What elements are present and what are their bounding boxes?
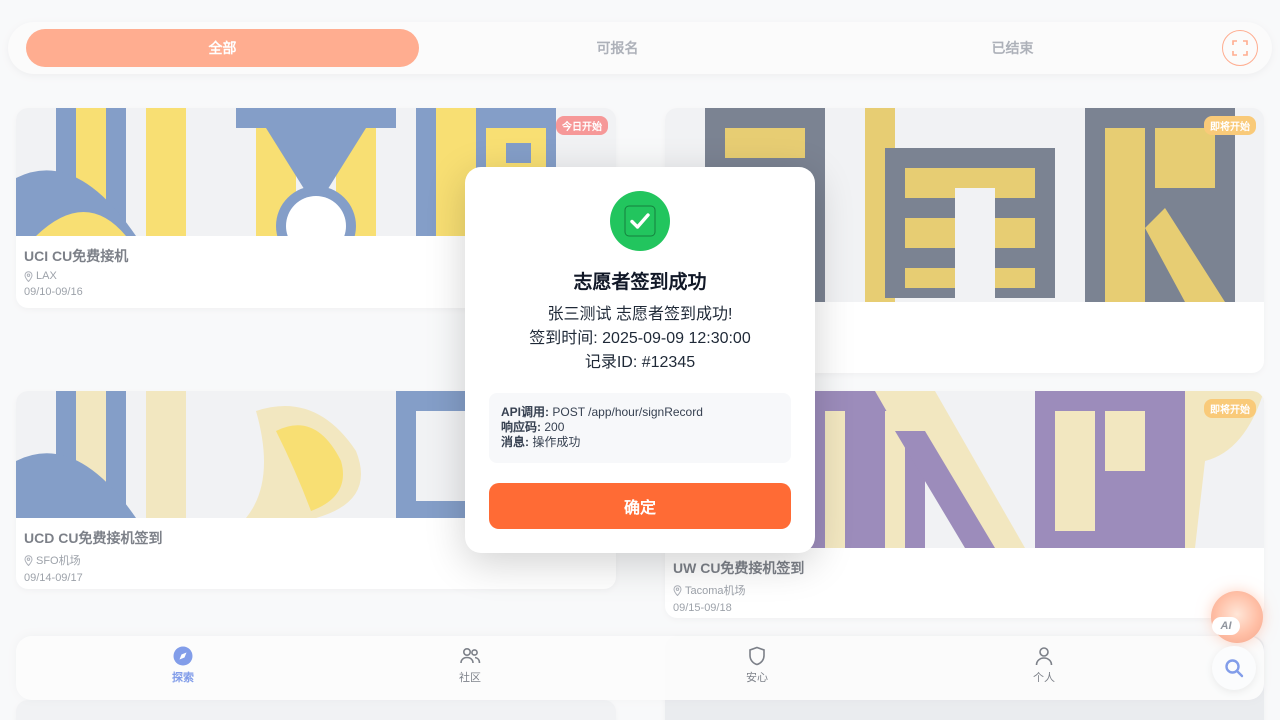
api-call-row: API调用: POST /app/hour/signRecord xyxy=(501,405,779,420)
confirm-button[interactable]: 确定 xyxy=(489,483,791,529)
dialog-title: 志愿者签到成功 xyxy=(573,272,707,293)
dialog-message: 张三测试 志愿者签到成功! 签到时间: 2025-09-09 12:30:00 … xyxy=(465,303,815,375)
api-call-value: POST /app/hour/signRecord xyxy=(552,405,703,419)
api-call-label: API调用: xyxy=(501,405,550,419)
dialog-message-line: 签到时间: 2025-09-09 12:30:00 xyxy=(529,330,751,347)
sign-in-success-dialog: 志愿者签到成功 张三测试 志愿者签到成功! 签到时间: 2025-09-09 1… xyxy=(465,167,815,553)
api-info-box: API调用: POST /app/hour/signRecord 响应码: 20… xyxy=(489,393,791,463)
response-code-label: 响应码: xyxy=(501,420,541,434)
message-row: 消息: 操作成功 xyxy=(501,435,779,450)
success-icon xyxy=(610,191,670,251)
message-label: 消息: xyxy=(501,435,529,449)
message-value: 操作成功 xyxy=(532,435,581,449)
response-code-value: 200 xyxy=(544,420,565,434)
dialog-message-line: 记录ID: #12345 xyxy=(584,354,696,371)
response-code-row: 响应码: 200 xyxy=(501,420,779,435)
dialog-message-line: 张三测试 志愿者签到成功! xyxy=(547,306,733,323)
